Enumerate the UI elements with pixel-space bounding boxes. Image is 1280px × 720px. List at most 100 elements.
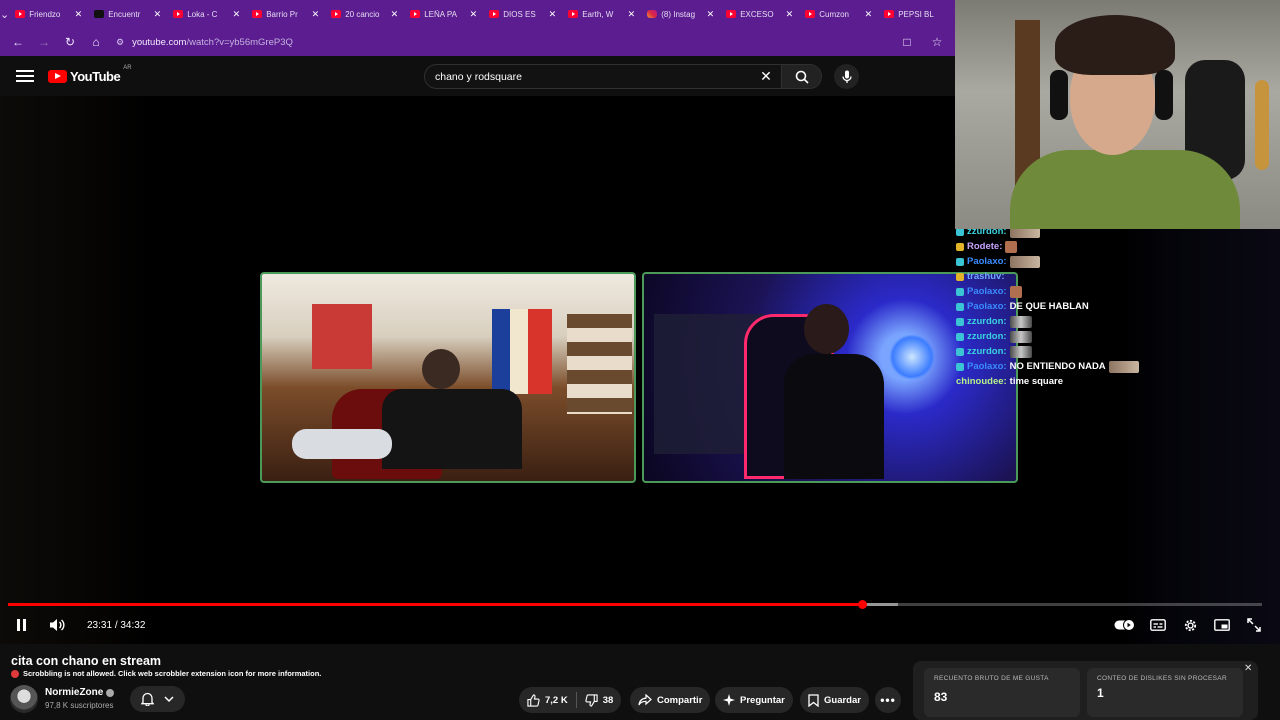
close-tab-icon[interactable]: ✕	[707, 9, 715, 20]
settings-button[interactable]	[1178, 613, 1202, 637]
back-arrow-icon[interactable]: ←	[6, 30, 30, 54]
browser-tab[interactable]: Barrio Pr ✕	[246, 0, 325, 28]
dislike-button[interactable]: 38	[577, 687, 622, 713]
search-input[interactable]: chano y rodsquare	[425, 71, 751, 83]
curly-hair	[1055, 15, 1175, 75]
chat-message: zzurdon:	[956, 344, 1156, 359]
autoplay-toggle[interactable]	[1113, 613, 1137, 637]
browser-tab[interactable]: EXCESO ✕	[720, 0, 799, 28]
instagram-icon	[647, 10, 658, 18]
browser-tab[interactable]: (8) Instag ✕	[641, 0, 720, 28]
like-button[interactable]: 7,2 K	[519, 687, 576, 713]
chat-text: NO ENTIENDO NADA	[1009, 361, 1106, 372]
browser-tab[interactable]: Friendzo ✕	[9, 0, 88, 28]
channel-avatar[interactable]	[10, 685, 38, 713]
dislike-stats-panel: RECUENTO BRUTO DE ME GUSTA 83 CONTEO DE …	[913, 661, 1258, 720]
more-horizontal-icon: •••	[880, 693, 896, 707]
thumbs-down-icon	[585, 693, 598, 707]
miniplayer-button[interactable]	[1210, 613, 1234, 637]
address-bar[interactable]: ⚙ youtube.com/watch?v=yb56mGreP3Q	[110, 31, 893, 53]
subtitles-button[interactable]	[1146, 613, 1170, 637]
close-tab-icon[interactable]: ✕	[470, 9, 478, 20]
autoplay-toggle-icon	[1114, 619, 1135, 631]
install-app-icon[interactable]: □	[895, 30, 919, 54]
bookshelf	[567, 314, 632, 414]
subscribed-button[interactable]	[130, 686, 185, 712]
close-tab-icon[interactable]: ✕	[75, 9, 83, 20]
like-count: 7,2 K	[545, 694, 568, 706]
share-arrow-icon	[638, 694, 652, 706]
close-tab-icon[interactable]: ✕	[549, 9, 557, 20]
channel-name[interactable]: NormieZone	[45, 687, 115, 698]
person-head	[422, 349, 460, 389]
chat-username: zzurdon:	[967, 331, 1007, 342]
channel-name-text[interactable]: NormieZone	[45, 687, 103, 698]
home-icon[interactable]: ⌂	[84, 30, 108, 54]
youtube-logo[interactable]: YouTube AR	[48, 65, 132, 84]
green-shirt	[1010, 150, 1240, 229]
close-tab-icon[interactable]: ✕	[233, 9, 241, 20]
browser-tab[interactable]: 20 cancio ✕	[325, 0, 404, 28]
raw-likes-label: RECUENTO BRUTO DE ME GUSTA	[934, 675, 1049, 682]
browser-tab[interactable]: Loka - C ✕	[167, 0, 246, 28]
volume-icon	[50, 619, 65, 631]
close-tab-icon[interactable]: ✕	[628, 9, 636, 20]
close-icon[interactable]: ✕	[1244, 663, 1252, 674]
browser-tab[interactable]: Earth, W ✕	[562, 0, 641, 28]
tiktok-icon	[94, 10, 105, 18]
youtube-icon	[331, 10, 342, 18]
chat-username: zzurdon:	[967, 346, 1007, 357]
tab-search-icon[interactable]: ⌄	[0, 0, 9, 28]
volume-button[interactable]	[45, 613, 69, 637]
browser-tab[interactable]: Cumzon ✕	[799, 0, 878, 28]
person-body	[382, 389, 522, 469]
voice-search-button[interactable]	[834, 64, 859, 89]
clear-search-icon[interactable]: ✕	[751, 68, 781, 85]
streamer-body	[784, 354, 884, 479]
save-button[interactable]: Guardar	[800, 687, 869, 713]
browser-tab[interactable]: PEPSI BL	[878, 0, 957, 28]
raw-dislikes-value: 1	[1097, 686, 1104, 700]
forward-arrow-icon[interactable]: →	[32, 30, 56, 54]
pause-button[interactable]	[9, 613, 33, 637]
share-button[interactable]: Compartir	[630, 687, 711, 713]
youtube-icon	[173, 10, 184, 18]
close-tab-icon[interactable]: ✕	[154, 9, 162, 20]
raw-dislikes-label: CONTEO DE DISLIKES SIN PROCESAR	[1097, 675, 1227, 682]
chat-emote-icon	[1009, 345, 1032, 358]
progress-bar[interactable]	[8, 600, 1262, 609]
close-tab-icon[interactable]: ✕	[786, 9, 794, 20]
pause-icon	[16, 619, 26, 631]
chat-username: chinoudee:	[956, 376, 1007, 387]
chat-username: trashuv:	[967, 271, 1005, 282]
hamburger-menu-icon[interactable]	[16, 70, 34, 82]
tab-title: Friendzo	[29, 9, 61, 19]
dislike-count: 38	[602, 694, 614, 706]
chat-username: Paolaxo:	[967, 361, 1007, 372]
browser-tab[interactable]: Encuentr ✕	[88, 0, 167, 28]
more-actions-button[interactable]: •••	[875, 687, 901, 713]
scrubber-handle[interactable]	[857, 600, 867, 609]
browser-tab[interactable]: LEÑA PA ✕	[404, 0, 483, 28]
headphones-right	[1155, 70, 1173, 120]
browser-tab[interactable]: DIOS ES ✕	[483, 0, 562, 28]
search-box: chano y rodsquare ✕	[424, 64, 822, 89]
search-button[interactable]	[781, 65, 821, 88]
microphone-icon	[841, 70, 852, 83]
time-separator: /	[114, 619, 118, 631]
chat-message: trashuv:	[956, 269, 1156, 284]
close-tab-icon[interactable]: ✕	[865, 9, 873, 20]
close-tab-icon[interactable]: ✕	[312, 9, 320, 20]
poster-art	[312, 304, 372, 369]
bookmark-star-icon[interactable]: ☆	[925, 30, 949, 54]
close-tab-icon[interactable]: ✕	[391, 9, 399, 20]
chat-username: Rodete:	[967, 241, 1003, 252]
subscriber-count: 97,8 K suscriptores	[45, 701, 114, 710]
screen: ⌄ Friendzo ✕ Encuentr ✕ Loka - C ✕ Barrio Pr ✕ 2…	[0, 0, 1280, 720]
ask-button[interactable]: Preguntar	[715, 687, 793, 713]
share-label: Compartir	[657, 694, 703, 706]
fullscreen-button[interactable]	[1242, 613, 1266, 637]
reload-icon[interactable]: ↻	[58, 30, 82, 54]
chat-message: Rodete:	[956, 239, 1156, 254]
site-info-icon[interactable]: ⚙	[116, 37, 124, 48]
